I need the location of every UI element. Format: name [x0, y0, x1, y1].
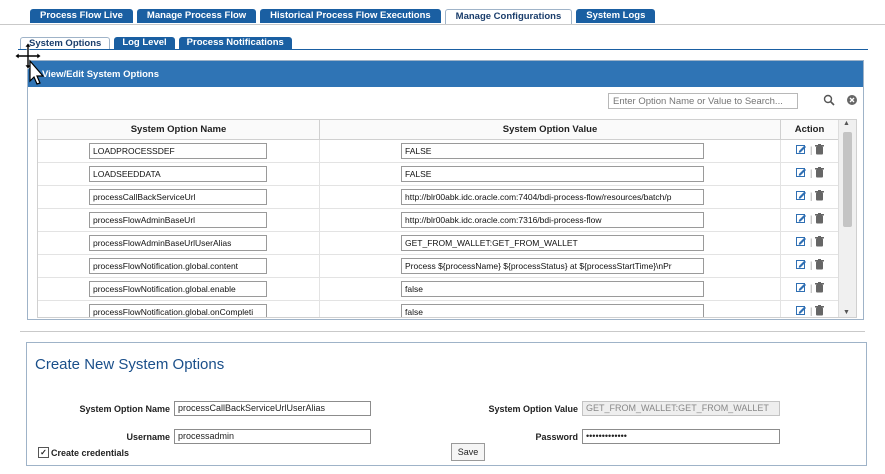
checkbox-icon[interactable]: ✓ [38, 447, 49, 458]
create-credentials-checkbox[interactable]: ✓ Create credentials [38, 447, 129, 458]
save-button[interactable]: Save [451, 443, 485, 461]
username-label: Username [126, 432, 170, 442]
column-header-value: System Option Value [320, 120, 781, 140]
section-divider [20, 331, 865, 332]
table-scrollbar[interactable]: ▲ ▼ [838, 120, 856, 317]
action-separator: | [810, 282, 813, 293]
action-separator: | [810, 305, 813, 316]
delete-icon[interactable] [815, 282, 825, 293]
scrollbar-thumb[interactable] [843, 132, 852, 227]
move-cursor-icon [14, 42, 45, 85]
tab-manage-process-flow[interactable]: Manage Process Flow [136, 9, 257, 23]
create-options-panel: Create New System Options System Option … [26, 342, 867, 466]
search-input[interactable] [608, 93, 798, 109]
edit-icon[interactable] [796, 213, 807, 224]
option-value-field[interactable]: http://blr00abk.idc.oracle.com:7404/bdi-… [401, 189, 704, 205]
password-input[interactable]: ••••••••••••• [582, 429, 780, 444]
option-name-field[interactable]: processCallBackServiceUrl [89, 189, 267, 205]
search-icon[interactable] [820, 92, 838, 108]
top-navigation: Process Flow Live Manage Process Flow Hi… [0, 0, 885, 25]
scroll-down-icon[interactable]: ▼ [843, 309, 850, 316]
option-value-field[interactable]: FALSE [401, 166, 704, 182]
tab-manage-configurations[interactable]: Manage Configurations [444, 9, 573, 24]
delete-icon[interactable] [815, 144, 825, 155]
delete-icon[interactable] [815, 213, 825, 224]
edit-options-panel: View/Edit System Options System Option N… [27, 60, 864, 320]
create-title: Create New System Options [35, 356, 225, 373]
tab-log-level[interactable]: Log Level [114, 37, 175, 49]
edit-icon[interactable] [796, 190, 807, 201]
option-name-field[interactable]: LOADPROCESSDEF [89, 143, 267, 159]
table-row: processFlowAdminBaseUrl http://blr00abk.… [38, 209, 838, 232]
action-separator: | [810, 144, 813, 155]
action-separator: | [810, 167, 813, 178]
delete-icon[interactable] [815, 190, 825, 201]
option-name-field[interactable]: LOADSEEDDATA [89, 166, 267, 182]
option-name-field[interactable]: processFlowAdminBaseUrlUserAlias [89, 235, 267, 251]
table-row: processFlowNotification.global.enable fa… [38, 278, 838, 301]
username-input[interactable]: processadmin [174, 429, 371, 444]
option-value-label: System Option Value [488, 404, 578, 414]
option-value-field[interactable]: FALSE [401, 143, 704, 159]
edit-icon[interactable] [796, 305, 807, 316]
delete-icon[interactable] [815, 305, 825, 316]
action-separator: | [810, 236, 813, 247]
option-value-field[interactable]: GET_FROM_WALLET:GET_FROM_WALLET [401, 235, 704, 251]
edit-icon[interactable] [796, 236, 807, 247]
table-row: LOADSEEDDATA FALSE | [38, 163, 838, 186]
table-row: LOADPROCESSDEF FALSE | [38, 140, 838, 163]
panel-title: View/Edit System Options [42, 69, 160, 80]
edit-icon[interactable] [796, 282, 807, 293]
action-separator: | [810, 213, 813, 224]
option-value-field[interactable]: false [401, 304, 704, 317]
create-credentials-label: Create credentials [51, 447, 130, 458]
password-label: Password [535, 432, 578, 442]
new-option-name-input[interactable]: processCallBackServiceUrlUserAlias [174, 401, 371, 416]
edit-icon[interactable] [796, 167, 807, 178]
delete-icon[interactable] [815, 167, 825, 178]
table-row: processCallBackServiceUrl http://blr00ab… [38, 186, 838, 209]
column-header-action: Action [781, 120, 838, 140]
delete-icon[interactable] [815, 236, 825, 247]
clear-icon[interactable] [843, 92, 861, 108]
option-value-field[interactable]: Process ${processName} ${processStatus} … [401, 258, 704, 274]
tab-system-logs[interactable]: System Logs [576, 9, 656, 23]
option-value-field[interactable]: false [401, 281, 704, 297]
scroll-up-icon[interactable]: ▲ [843, 120, 850, 127]
panel-header: View/Edit System Options [28, 61, 863, 87]
column-header-name: System Option Name [38, 120, 320, 140]
table-row: processFlowNotification.global.onComplet… [38, 301, 838, 317]
delete-icon[interactable] [815, 259, 825, 270]
top-tabs: Process Flow Live Manage Process Flow Hi… [30, 9, 659, 24]
sub-tab-underline [18, 49, 868, 50]
option-value-field[interactable]: http://blr00abk.idc.oracle.com:7316/bdi-… [401, 212, 704, 228]
new-option-value-input: GET_FROM_WALLET:GET_FROM_WALLET [582, 401, 780, 416]
table-row: processFlowNotification.global.content P… [38, 255, 838, 278]
option-name-field[interactable]: processFlowNotification.global.onComplet… [89, 304, 267, 317]
options-table: System Option Name System Option Value A… [37, 119, 857, 318]
action-separator: | [810, 259, 813, 270]
tab-historical-executions[interactable]: Historical Process Flow Executions [260, 9, 441, 23]
tab-process-flow-live[interactable]: Process Flow Live [30, 9, 133, 23]
action-separator: | [810, 190, 813, 201]
table-row: processFlowAdminBaseUrlUserAlias GET_FRO… [38, 232, 838, 255]
option-name-field[interactable]: processFlowNotification.global.content [89, 258, 267, 274]
edit-icon[interactable] [796, 259, 807, 270]
option-name-label: System Option Name [79, 404, 170, 414]
tab-process-notifications[interactable]: Process Notifications [178, 37, 292, 49]
option-name-field[interactable]: processFlowAdminBaseUrl [89, 212, 267, 228]
option-name-field[interactable]: processFlowNotification.global.enable [89, 281, 267, 297]
edit-icon[interactable] [796, 144, 807, 155]
